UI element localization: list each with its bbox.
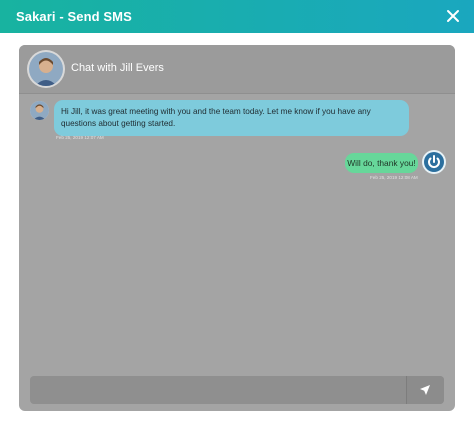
contact-avatar (29, 52, 63, 86)
outgoing-message-bubble: Will do, thank you! (345, 153, 418, 173)
chat-header: Chat with Jill Evers (19, 45, 455, 94)
window-header: Sakari - Send SMS (0, 0, 474, 33)
send-button[interactable] (406, 376, 444, 404)
chat-panel: Chat with Jill Evers Hi Jill, it was gre… (19, 45, 455, 411)
message-composer (30, 376, 444, 404)
incoming-avatar (30, 101, 49, 120)
window-title: Sakari - Send SMS (16, 9, 132, 24)
chat-title: Chat with Jill Evers (71, 62, 164, 74)
close-icon[interactable] (444, 7, 462, 25)
incoming-message-bubble: Hi Jill, it was great meeting with you a… (54, 100, 409, 136)
sakari-logo-icon (424, 152, 444, 172)
message-input[interactable] (30, 376, 407, 404)
outgoing-message-timestamp: Feb 25, 2019 12:08 AM (370, 175, 418, 180)
send-icon (420, 385, 430, 395)
incoming-message-timestamp: Feb 25, 2019 12:07 AM (56, 135, 104, 140)
